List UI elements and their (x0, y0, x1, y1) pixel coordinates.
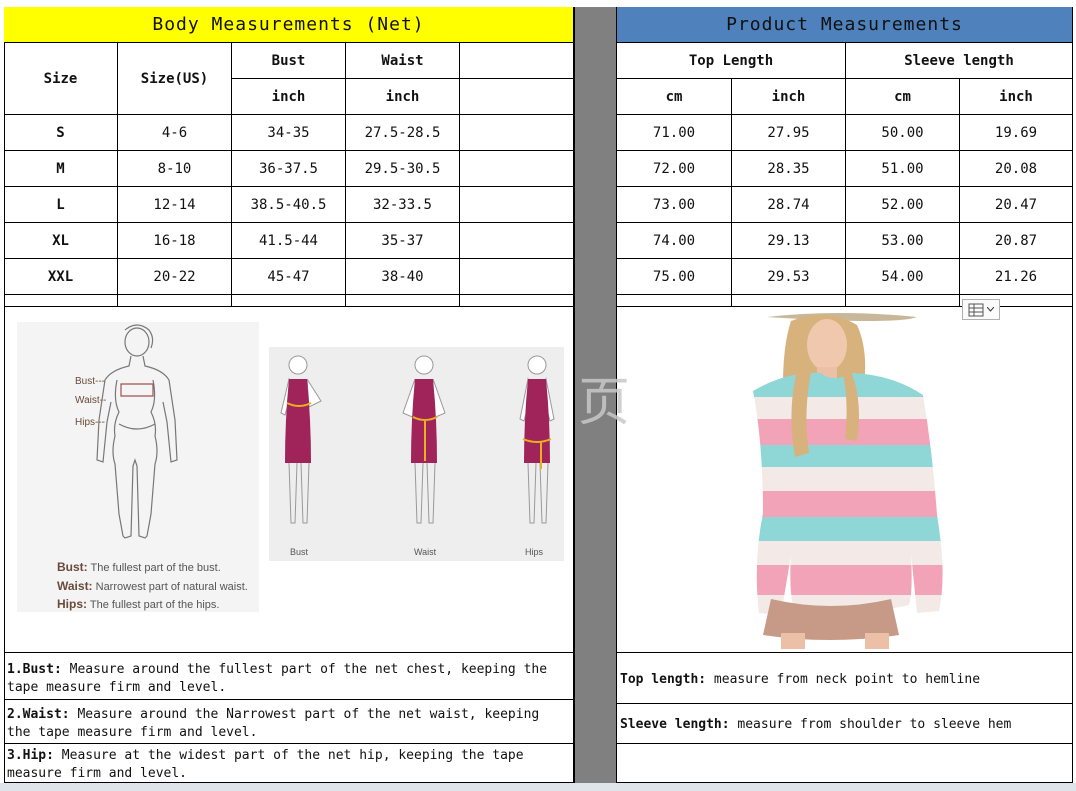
hips-definition: Hips: The fullest part of the hips. (57, 597, 220, 611)
cell-sl-cm: 52.00 (846, 187, 960, 223)
note-sleeve-length: Sleeve length: measure from shoulder to … (617, 704, 1073, 744)
hips-pointer-label: Hips--- (75, 417, 105, 428)
cell-tl-in: 28.74 (732, 187, 846, 223)
unit-tl-inch: inch (732, 79, 846, 115)
bottom-strip (0, 783, 1076, 791)
unit-sl-cm: cm (846, 79, 960, 115)
unit-tl-cm: cm (617, 79, 732, 115)
cell-sl-in: 20.47 (960, 187, 1073, 223)
cell-waist: 27.5-28.5 (346, 115, 460, 151)
filler-cell (617, 295, 732, 307)
cell-tl-cm: 72.00 (617, 151, 732, 187)
cell-bust: 34-35 (232, 115, 346, 151)
cell-sl-in: 20.87 (960, 223, 1073, 259)
cell-sl-in: 20.08 (960, 151, 1073, 187)
cell-bust: 38.5-40.5 (232, 187, 346, 223)
watermark-glyph: 页 (578, 373, 631, 433)
cell-empty (460, 223, 574, 259)
cell-sl-cm: 50.00 (846, 115, 960, 151)
bust-pointer-label: Bust--- (75, 376, 105, 387)
cell-sl-cm: 51.00 (846, 151, 960, 187)
chevron-down-icon (987, 307, 994, 312)
cell-tl-cm: 71.00 (617, 115, 732, 151)
cell-us: 12-14 (118, 187, 232, 223)
product-measurements-header: Product Measurements (617, 7, 1073, 43)
col-sleeve-length: Sleeve length (846, 43, 1073, 79)
body-outline-figure: Bust--- Waist-- Hips--- Bust: The fulles… (17, 322, 259, 612)
col-empty-unit (460, 79, 574, 115)
dress-figures-drawing (280, 355, 555, 524)
cell-waist: 32-33.5 (346, 187, 460, 223)
col-top-length: Top Length (617, 43, 846, 79)
waist-pointer-label: Waist-- (75, 395, 107, 406)
cell-tl-in: 27.95 (732, 115, 846, 151)
filler-cell (460, 295, 574, 307)
cell-bust: 41.5-44 (232, 223, 346, 259)
measuring-dress-figure: Bust Waist Hips (269, 347, 564, 561)
cell-size: M (4, 151, 118, 187)
cell-sl-in: 19.69 (960, 115, 1073, 151)
col-waist-unit: inch (346, 79, 460, 115)
col-bust: Bust (232, 43, 346, 79)
col-size: Size (4, 43, 118, 115)
cell-us: 16-18 (118, 223, 232, 259)
col-waist: Waist (346, 43, 460, 79)
body-outline-drawing (96, 324, 178, 539)
waist-definition: Waist: Narrowest part of natural waist. (57, 579, 248, 593)
cell-us: 20-22 (118, 259, 232, 295)
note-bust: 1.Bust: Measure around the fullest part … (4, 653, 574, 700)
note-empty (617, 744, 1073, 783)
product-photo (725, 311, 955, 649)
caption-bust: Bust (290, 547, 309, 557)
cell-tl-cm: 75.00 (617, 259, 732, 295)
striped-sweater-photo (753, 313, 943, 649)
cell-empty (460, 259, 574, 295)
cell-waist: 38-40 (346, 259, 460, 295)
note-top-length: Top length: measure from neck point to h… (617, 653, 1073, 704)
clipboard-icon (968, 303, 984, 316)
cell-waist: 29.5-30.5 (346, 151, 460, 187)
col-bust-unit: inch (232, 79, 346, 115)
cell-empty (460, 115, 574, 151)
filler-cell (846, 295, 960, 307)
cell-tl-cm: 74.00 (617, 223, 732, 259)
cell-us: 4-6 (118, 115, 232, 151)
unit-sl-inch: inch (960, 79, 1073, 115)
cell-sl-cm: 54.00 (846, 259, 960, 295)
cell-waist: 35-37 (346, 223, 460, 259)
cell-empty (460, 187, 574, 223)
cell-size: S (4, 115, 118, 151)
cell-bust: 45-47 (232, 259, 346, 295)
cell-empty (460, 151, 574, 187)
cell-tl-in: 29.53 (732, 259, 846, 295)
paste-options-button[interactable] (962, 299, 1000, 320)
filler-cell (346, 295, 460, 307)
cell-size: L (4, 187, 118, 223)
filler-cell (4, 295, 118, 307)
cell-tl-in: 28.35 (732, 151, 846, 187)
cell-sl-in: 21.26 (960, 259, 1073, 295)
filler-cell (232, 295, 346, 307)
cell-sl-cm: 53.00 (846, 223, 960, 259)
note-waist: 2.Waist: Measure around the Narrowest pa… (4, 700, 574, 744)
bust-definition: Bust: The fullest part of the bust. (57, 560, 221, 574)
col-empty-header (460, 43, 574, 79)
cell-us: 8-10 (118, 151, 232, 187)
cell-tl-in: 29.13 (732, 223, 846, 259)
col-size-us: Size(US) (118, 43, 232, 115)
cell-size: XL (4, 223, 118, 259)
cell-bust: 36-37.5 (232, 151, 346, 187)
caption-waist: Waist (414, 547, 437, 557)
note-hip: 3.Hip: Measure at the widest part of the… (4, 744, 574, 783)
caption-hips: Hips (525, 547, 544, 557)
cell-tl-cm: 73.00 (617, 187, 732, 223)
body-measurements-header: Body Measurements (Net) (4, 7, 574, 43)
filler-cell (118, 295, 232, 307)
cell-size: XXL (4, 259, 118, 295)
filler-cell (732, 295, 846, 307)
